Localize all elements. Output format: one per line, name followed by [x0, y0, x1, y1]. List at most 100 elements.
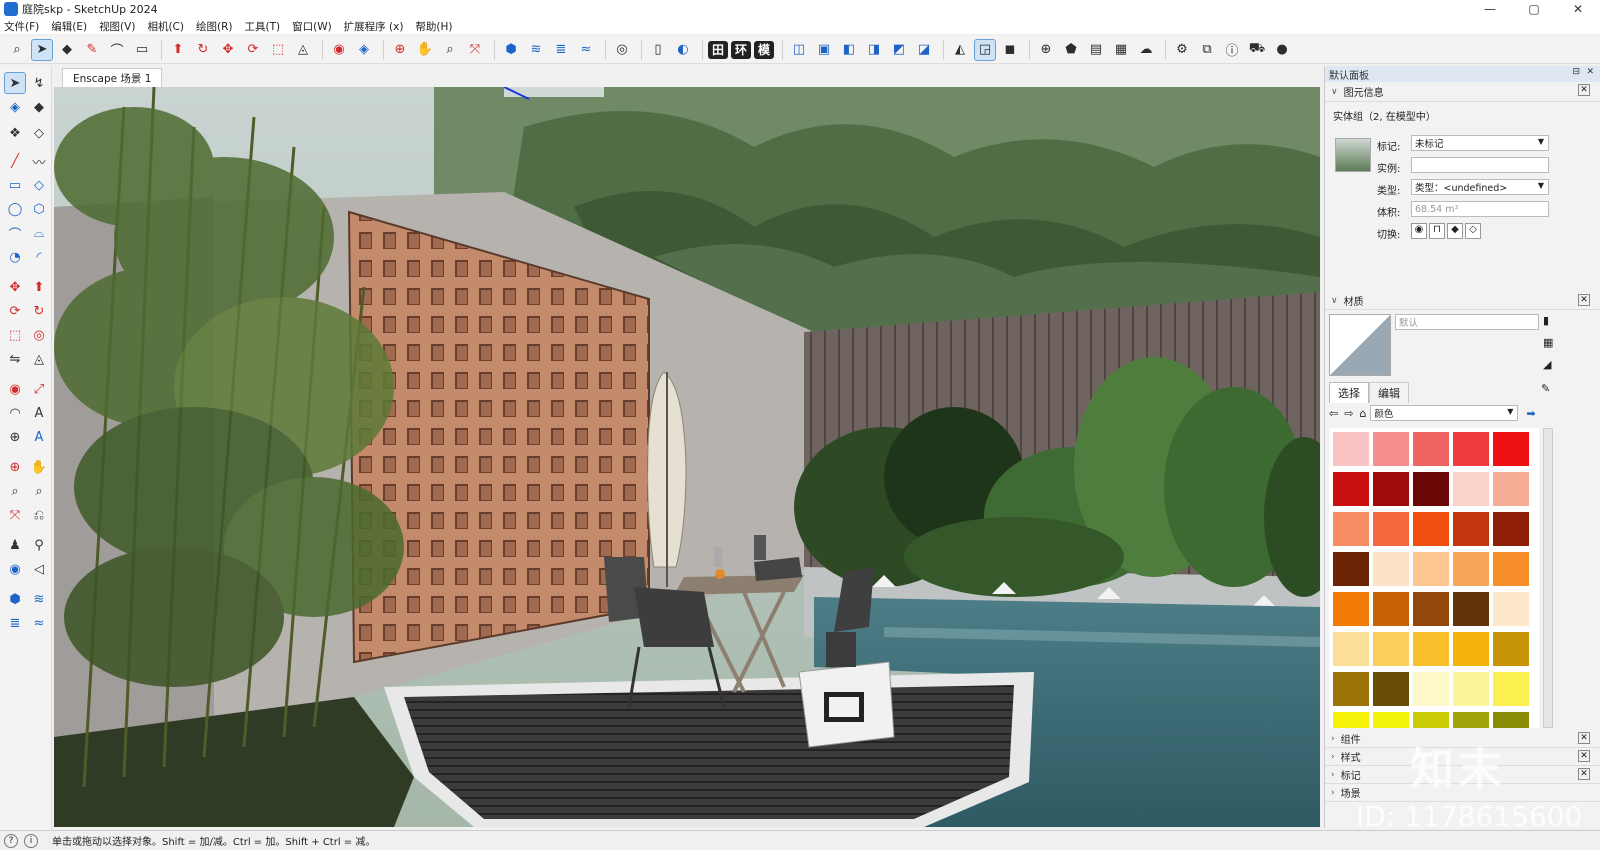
color-swatch[interactable] [1493, 592, 1529, 626]
paint-bucket-icon[interactable]: ◈ [353, 39, 375, 61]
pan-icon[interactable]: ✋ [414, 39, 436, 61]
zoom-icon-left[interactable]: ⌕ [4, 480, 26, 502]
tab-select[interactable]: 选择 [1329, 382, 1369, 403]
layers-icon[interactable]: ≣ [550, 39, 572, 61]
three-point-arc-icon[interactable]: ◜ [28, 246, 50, 268]
zoom-extents-icon-left[interactable]: ⤧ [4, 504, 26, 526]
home-icon[interactable]: ⌂ [1359, 407, 1366, 420]
rectangle-icon-left[interactable]: ▭ [4, 174, 26, 196]
push-pull-icon[interactable]: ⬆ [167, 39, 189, 61]
color-swatch[interactable] [1333, 432, 1369, 466]
color-swatch[interactable] [1493, 712, 1529, 728]
previous-view-icon[interactable]: ⎌ [28, 504, 50, 526]
smoove-icon-left[interactable]: ≣ [4, 612, 26, 634]
default-material-icon[interactable]: ◢ [1543, 358, 1551, 371]
lock-icon[interactable]: ⊓ [1429, 223, 1445, 239]
sandbox-scratch-icon[interactable]: ≋ [28, 588, 50, 610]
info-icon[interactable]: ⓘ [1221, 39, 1243, 61]
eraser-icon[interactable]: ◆ [56, 39, 78, 61]
material-name-field[interactable]: 默认 [1395, 314, 1539, 330]
shadow-icon[interactable]: ◼ [999, 39, 1021, 61]
material-3d-icon[interactable]: ▦ [1543, 336, 1553, 349]
right-view-icon[interactable]: ◨ [863, 39, 885, 61]
arc-icon[interactable]: ⌒ [106, 39, 128, 61]
entity-info-close-icon[interactable]: ✕ [1578, 84, 1590, 96]
zoom-window-icon[interactable]: ⌕ [28, 480, 50, 502]
select-icon[interactable]: ➤ [4, 72, 26, 94]
color-swatch[interactable] [1373, 552, 1409, 586]
3d-text-icon[interactable]: A [28, 426, 50, 448]
pin-icon[interactable]: ⊟ [1572, 67, 1580, 77]
info-status-icon[interactable]: i [24, 833, 38, 848]
materials-header[interactable]: ∨ 材质 ✕ [1325, 292, 1600, 310]
library-select[interactable]: 颜色 ▼ [1370, 405, 1519, 421]
color-swatch[interactable] [1373, 672, 1409, 706]
forward-arrow-icon[interactable]: ⇨ [1344, 407, 1353, 420]
menu-file[interactable]: 文件(F) [4, 19, 39, 34]
tag-select[interactable]: 未标记 ▼ [1411, 135, 1549, 151]
left-view-icon[interactable]: ◪ [913, 39, 935, 61]
warehouse-icon[interactable]: ⬟ [1060, 39, 1082, 61]
stamp-icon[interactable]: ≈ [28, 612, 50, 634]
color-swatch[interactable] [1453, 592, 1489, 626]
tags-close-icon[interactable]: ✕ [1578, 768, 1590, 780]
paint-icon[interactable]: ◈ [4, 96, 26, 118]
new-file-icon[interactable]: ▯ [647, 39, 669, 61]
menu-edit[interactable]: 编辑(E) [51, 19, 87, 34]
two-point-arc-icon[interactable]: ⌓ [28, 222, 50, 244]
back-view-icon[interactable]: ◩ [888, 39, 910, 61]
color-swatch[interactable] [1333, 552, 1369, 586]
color-swatch[interactable] [1373, 472, 1409, 506]
section-plane-icon[interactable]: ◁ [28, 558, 50, 580]
color-swatch[interactable] [1333, 632, 1369, 666]
protractor-icon[interactable]: ◠ [4, 402, 26, 424]
select-tool-icon[interactable]: ➤ [31, 38, 53, 61]
menu-draw[interactable]: 绘图(R) [196, 19, 233, 34]
line-icon[interactable]: ╱ [4, 150, 26, 172]
menu-help[interactable]: 帮助(H) [415, 19, 452, 34]
zoom-icon[interactable]: ⌕ [439, 39, 461, 61]
add-icon[interactable]: ⊕ [1035, 39, 1057, 61]
rotate-icon-left[interactable]: ⟳ [4, 300, 26, 322]
color-swatch[interactable] [1333, 472, 1369, 506]
add-location-icon[interactable]: ◐ [672, 39, 694, 61]
color-swatch[interactable] [1493, 552, 1529, 586]
components-close-icon[interactable]: ✕ [1578, 732, 1590, 744]
component-icon[interactable]: ❖ [4, 122, 26, 144]
color-swatch[interactable] [1373, 632, 1409, 666]
color-swatch[interactable] [1453, 472, 1489, 506]
materials-close-icon[interactable]: ✕ [1578, 294, 1590, 306]
offset-icon[interactable]: ◬ [292, 39, 314, 61]
color-swatch[interactable] [1413, 672, 1449, 706]
pie-icon[interactable]: ◔ [4, 246, 26, 268]
look-around-icon[interactable]: ◉ [4, 558, 26, 580]
building-icon[interactable]: ▤ [1085, 39, 1107, 61]
mo-button[interactable]: 模 [754, 40, 774, 59]
walk-icon[interactable]: ⚲ [28, 534, 50, 556]
color-swatch[interactable] [1453, 632, 1489, 666]
text-icon[interactable]: A [28, 402, 50, 424]
style-icon[interactable]: ◭ [949, 39, 971, 61]
styles-close-icon[interactable]: ✕ [1578, 750, 1590, 762]
color-swatch[interactable] [1373, 512, 1409, 546]
eyedropper-icon[interactable]: ✎ [1541, 382, 1550, 395]
cast-shadow-icon[interactable]: ◆ [1447, 223, 1463, 239]
scale-icon-left[interactable]: ⬚ [4, 324, 26, 346]
color-swatch[interactable] [1453, 432, 1489, 466]
color-swatch[interactable] [1373, 712, 1409, 728]
huan-button[interactable]: 环 [731, 40, 751, 59]
rotated-rect-icon[interactable]: ◇ [28, 174, 50, 196]
pan-icon-left[interactable]: ✋ [28, 456, 50, 478]
color-swatch[interactable] [1333, 672, 1369, 706]
lasso-icon[interactable]: ↯ [28, 72, 50, 94]
color-swatch[interactable] [1413, 712, 1449, 728]
cart-icon[interactable]: ⛟ [1246, 39, 1268, 61]
menu-extensions[interactable]: 扩展程序 (x) [344, 19, 404, 34]
color-swatch[interactable] [1413, 472, 1449, 506]
menu-camera[interactable]: 相机(C) [147, 19, 184, 34]
settings-icon[interactable]: ⚙ [1171, 39, 1193, 61]
iso-view-icon[interactable]: ◫ [788, 39, 810, 61]
color-swatch[interactable] [1493, 432, 1529, 466]
color-swatch[interactable] [1493, 512, 1529, 546]
minimize-button[interactable]: — [1468, 0, 1512, 18]
